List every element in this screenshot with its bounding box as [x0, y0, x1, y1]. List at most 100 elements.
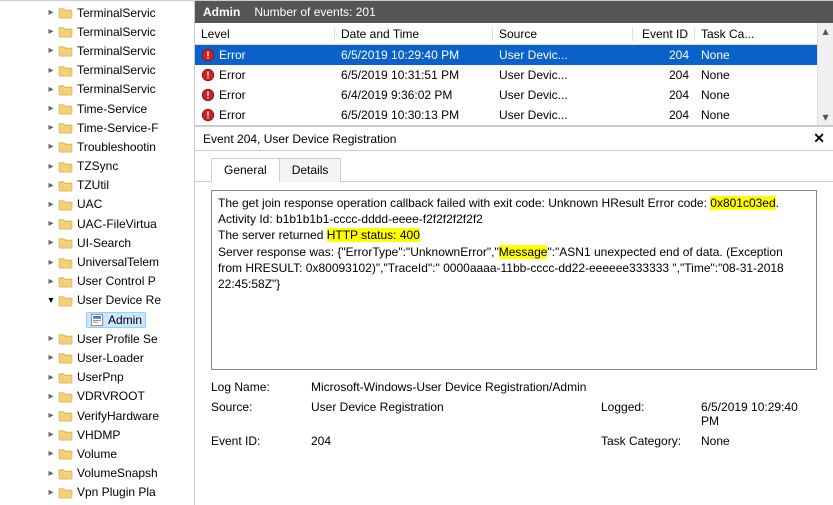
tree-folder[interactable]: ▸ UAC-FileVirtua [0, 214, 194, 233]
folder-icon [58, 371, 73, 384]
error-icon [201, 88, 215, 102]
tab-details[interactable]: Details [279, 158, 342, 182]
chevron-right-icon[interactable]: ▸ [46, 141, 56, 152]
chevron-right-icon[interactable]: ▸ [46, 372, 56, 383]
tree-folder[interactable]: ▸ UniversalTelem [0, 252, 194, 271]
tree-folder[interactable]: ▸ TZSync [0, 157, 194, 176]
chevron-right-icon[interactable]: ▸ [46, 103, 56, 114]
tree-label: TZSync [77, 159, 118, 173]
tree-leaf[interactable]: Admin [0, 310, 194, 329]
cell-date: 6/4/2019 9:36:02 PM [335, 88, 493, 102]
chevron-right-icon[interactable]: ▸ [46, 257, 56, 268]
tree-label: User Device Re [77, 293, 161, 307]
tree-folder[interactable]: ▸VDRVROOT [0, 387, 194, 406]
tab-general[interactable]: General [211, 158, 280, 182]
chevron-right-icon[interactable]: ▸ [46, 276, 56, 287]
tree-folder[interactable]: ▸UAC [0, 195, 194, 214]
log-leaf-icon [90, 313, 104, 327]
tree-label: UAC-FileVirtua [77, 217, 157, 231]
col-level[interactable]: Level [195, 27, 335, 41]
cell-level: Error [219, 88, 246, 102]
tree-folder[interactable]: ▸VolumeSnapsh [0, 464, 194, 483]
col-source[interactable]: Source [493, 27, 633, 41]
folder-icon [58, 409, 73, 422]
tree-folder[interactable]: ▸User Control P [0, 272, 194, 291]
tree-label: Vpn Plugin Pla [77, 485, 156, 499]
cell-task: None [695, 108, 833, 122]
tree-folder[interactable]: ▸ Time-Service [0, 99, 194, 118]
chevron-right-icon[interactable]: ▸ [46, 84, 56, 95]
chevron-right-icon[interactable]: ▸ [46, 448, 56, 459]
chevron-right-icon[interactable]: ▸ [46, 468, 56, 479]
tree-label: Time-Service [77, 102, 147, 116]
event-row[interactable]: Error6/5/2019 10:31:51 PMUser Devic...20… [195, 65, 833, 85]
highlight-message-key: Message [499, 245, 548, 259]
tree-folder[interactable]: ▸User-Loader [0, 348, 194, 367]
close-icon[interactable]: ✕ [813, 130, 825, 147]
event-row[interactable]: Error6/5/2019 10:30:13 PMUser Devic...20… [195, 105, 833, 125]
col-event-id[interactable]: Event ID [633, 27, 695, 41]
event-row[interactable]: Error6/5/2019 10:29:40 PMUser Devic...20… [195, 45, 833, 65]
chevron-right-icon[interactable]: ▸ [46, 333, 56, 344]
cell-event-id: 204 [633, 48, 695, 62]
chevron-right-icon[interactable]: ▸ [46, 237, 56, 248]
tree-label: TZUtil [77, 178, 109, 192]
tree-folder[interactable]: ▸ UserPnp [0, 368, 194, 387]
tree-folder[interactable]: ▸VHDMP [0, 425, 194, 444]
highlight-http-status: HTTP status: 400 [327, 228, 420, 242]
tree-folder[interactable]: ▸TerminalServic [0, 22, 194, 41]
cell-date: 6/5/2019 10:31:51 PM [335, 68, 493, 82]
tree-folder[interactable]: ▸Volume [0, 444, 194, 463]
chevron-right-icon[interactable]: ▸ [46, 199, 56, 210]
prop-eventid-value: 204 [311, 434, 601, 448]
tree-folder[interactable]: ▸ TerminalServic [0, 41, 194, 60]
chevron-right-icon[interactable]: ▸ [46, 26, 56, 37]
col-task[interactable]: Task Ca... [695, 27, 833, 41]
tree-label: VerifyHardware [77, 409, 159, 423]
tree-folder[interactable]: ▸User Profile Se [0, 329, 194, 348]
chevron-right-icon[interactable]: ▸ [46, 122, 56, 133]
chevron-right-icon[interactable]: ▸ [46, 487, 56, 498]
folder-icon [58, 447, 73, 460]
chevron-right-icon[interactable]: ▸ [46, 218, 56, 229]
folder-icon [58, 486, 73, 499]
folder-icon [58, 64, 73, 77]
tree-folder[interactable]: ▸Time-Service-F [0, 118, 194, 137]
folder-icon [58, 256, 73, 269]
event-row[interactable]: Error6/4/2019 9:36:02 PMUser Devic...204… [195, 85, 833, 105]
event-message: The get join response operation callback… [211, 190, 817, 370]
chevron-right-icon[interactable]: ▸ [46, 161, 56, 172]
folder-icon [58, 25, 73, 38]
chevron-right-icon[interactable]: ▸ [46, 65, 56, 76]
tree-folder[interactable]: ▾ User Device Re [0, 291, 194, 310]
scroll-down-icon[interactable]: ▾ [818, 109, 833, 125]
folder-icon [58, 102, 73, 115]
chevron-right-icon[interactable]: ▸ [46, 352, 56, 363]
tree-folder[interactable]: ▸ VerifyHardware [0, 406, 194, 425]
tree-folder[interactable]: ▸ UI-Search [0, 233, 194, 252]
tree-folder[interactable]: ▸ TZUtil [0, 176, 194, 195]
tree-folder[interactable]: ▸ Vpn Plugin Pla [0, 483, 194, 502]
folder-icon [58, 179, 73, 192]
chevron-right-icon[interactable]: ▸ [46, 410, 56, 421]
chevron-right-icon[interactable]: ▸ [46, 7, 56, 18]
tree-folder[interactable]: ▸Troubleshootin [0, 137, 194, 156]
prop-logname-label: Log Name: [211, 380, 311, 394]
tree-label: UniversalTelem [77, 255, 159, 269]
chevron-down-icon[interactable]: ▾ [46, 295, 56, 306]
list-scrollbar[interactable]: ▴ ▾ [817, 23, 833, 125]
header-title: Admin [203, 5, 240, 19]
chevron-right-icon[interactable]: ▸ [46, 45, 56, 56]
tree-label: UI-Search [77, 236, 131, 250]
tree-label: TerminalServic [77, 44, 156, 58]
tree-folder[interactable]: ▸TerminalServic [0, 80, 194, 99]
tree-folder[interactable]: ▸TerminalServic [0, 61, 194, 80]
tree-label: UserPnp [77, 370, 124, 384]
chevron-right-icon[interactable]: ▸ [46, 391, 56, 402]
tree-folder[interactable]: ▸TerminalServic [0, 3, 194, 22]
chevron-right-icon[interactable]: ▸ [46, 429, 56, 440]
chevron-right-icon[interactable]: ▸ [46, 180, 56, 191]
col-date[interactable]: Date and Time [335, 27, 493, 41]
folder-icon [58, 275, 73, 288]
scroll-up-icon[interactable]: ▴ [818, 23, 833, 39]
